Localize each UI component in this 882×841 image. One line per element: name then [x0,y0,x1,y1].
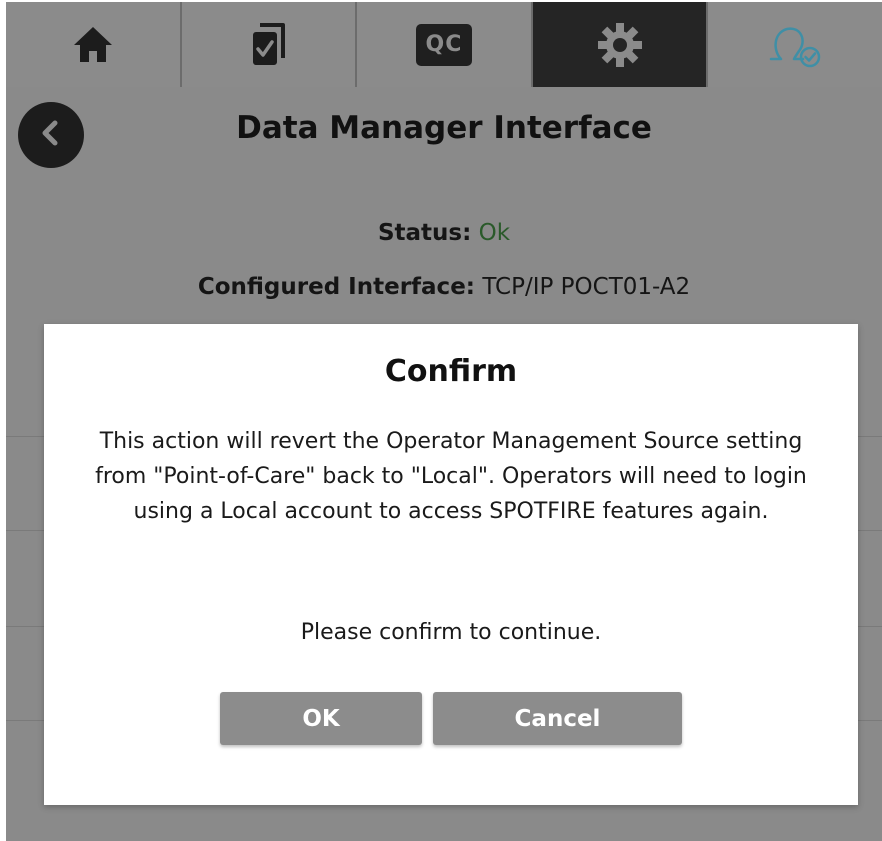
qc-icon: QC [415,23,472,66]
app-screen: QC Data Manager Interface Status: Ok Con… [6,2,882,841]
page-title: Data Manager Interface [236,110,652,146]
ok-button[interactable]: OK [220,692,422,745]
tab-qc[interactable]: QC [357,2,533,87]
tab-operator[interactable] [708,2,882,87]
gear-icon [597,22,643,68]
status-label: Status: [377,220,472,246]
divider [6,436,44,437]
tab-settings[interactable] [532,2,709,87]
divider [6,530,44,531]
cancel-button[interactable]: Cancel [433,692,682,745]
tab-home[interactable] [6,2,182,87]
configured-interface-line: Configured Interface: TCP/IP POCT01-A2 [6,274,882,300]
status-value: Ok [478,220,511,246]
checklist-icon [250,22,286,68]
confirm-dialog: Confirm This action will revert the Oper… [44,324,858,805]
dialog-message: This action will revert the Operator Man… [95,429,807,524]
dialog-title: Confirm [384,354,518,389]
tab-tasks[interactable] [181,2,358,87]
status-line: Status: Ok [6,220,882,246]
configured-interface-label: Configured Interface: [197,274,475,300]
top-tab-bar: QC [6,2,882,87]
divider [6,720,44,721]
dialog-prompt: Please confirm to continue. [300,620,602,645]
home-icon [72,25,114,65]
configured-interface-value: TCP/IP POCT01-A2 [482,274,691,300]
divider [6,626,44,627]
omega-check-icon [767,21,823,69]
